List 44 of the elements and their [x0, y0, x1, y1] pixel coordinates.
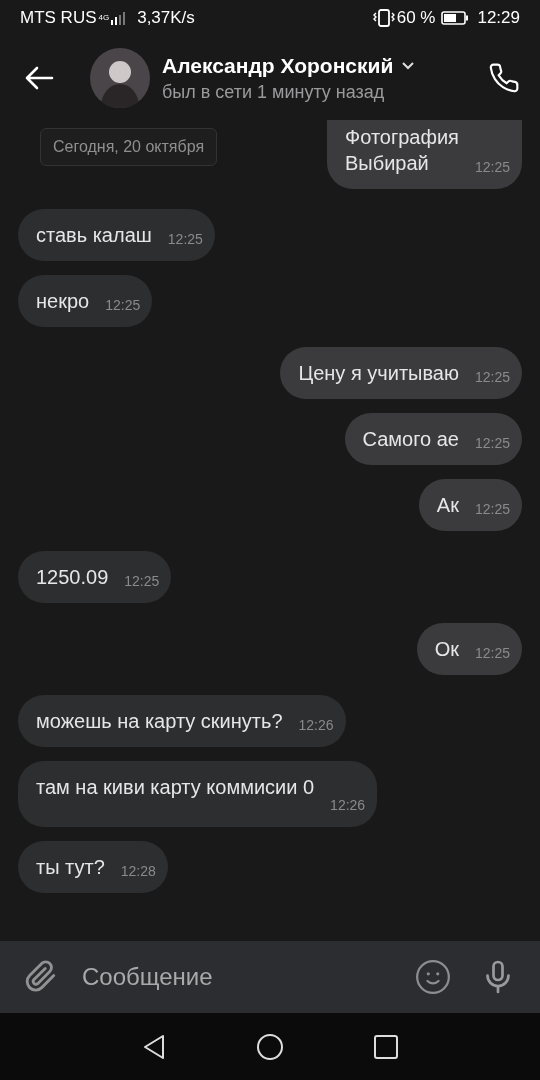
message-time: 12:28	[120, 862, 156, 880]
chevron-down-icon[interactable]	[401, 61, 416, 71]
message-time: 12:26	[329, 796, 366, 814]
clock: 12:29	[477, 7, 520, 30]
message-composer[interactable]: Сообщение	[0, 941, 540, 1013]
message-time: 12:25	[474, 368, 510, 386]
message-text: Самого ае	[362, 427, 460, 452]
message-time: 12:25	[474, 500, 510, 518]
message-time: 12:26	[298, 716, 334, 734]
message-text: ты тут?	[36, 855, 106, 880]
message-text: 1250.09	[36, 565, 110, 590]
carrier-name: MTS RUS	[20, 7, 97, 30]
avatar[interactable]	[90, 48, 150, 108]
paperclip-icon[interactable]	[24, 960, 58, 994]
message-text: некро	[36, 289, 91, 314]
message-time: 12:25	[105, 296, 141, 314]
battery-percent: 60 %	[396, 7, 436, 30]
phone-icon[interactable]	[488, 62, 520, 94]
vibrate-icon	[372, 9, 395, 27]
message-time: 12:25	[167, 230, 203, 248]
message-time: 12:25	[474, 644, 510, 662]
contact-name[interactable]: Александр Хоронский	[162, 52, 394, 80]
back-icon[interactable]	[24, 66, 54, 90]
message-time: 12:25	[474, 158, 510, 176]
network-type: 4G	[98, 14, 110, 22]
battery-icon	[441, 11, 470, 25]
message-text: Выбирай	[345, 151, 430, 176]
message-text: можешь на карту скинуть?	[36, 709, 284, 734]
last-seen-status: был в сети 1 минуту назад	[162, 81, 386, 104]
message-time: 12:25	[474, 434, 510, 452]
message-text: Цену я учитываю	[298, 361, 460, 386]
message-text: Фотография	[345, 125, 460, 150]
message-text: Ок	[434, 637, 460, 662]
recents-nav-icon[interactable]	[374, 1034, 398, 1059]
message-text: Ак	[436, 493, 460, 518]
network-speed: 3,37K/s	[137, 7, 195, 30]
back-nav-icon[interactable]	[142, 1033, 166, 1060]
message-text: ставь калаш	[36, 223, 153, 248]
message-time: 12:25	[124, 572, 160, 590]
smiley-icon[interactable]	[414, 958, 452, 996]
date-chip: Сегодня, 20 октября	[40, 128, 218, 166]
home-nav-icon[interactable]	[256, 1032, 284, 1061]
message-input[interactable]: Сообщение	[82, 959, 414, 995]
message-text: там на киви карту коммисии 0	[36, 775, 316, 800]
